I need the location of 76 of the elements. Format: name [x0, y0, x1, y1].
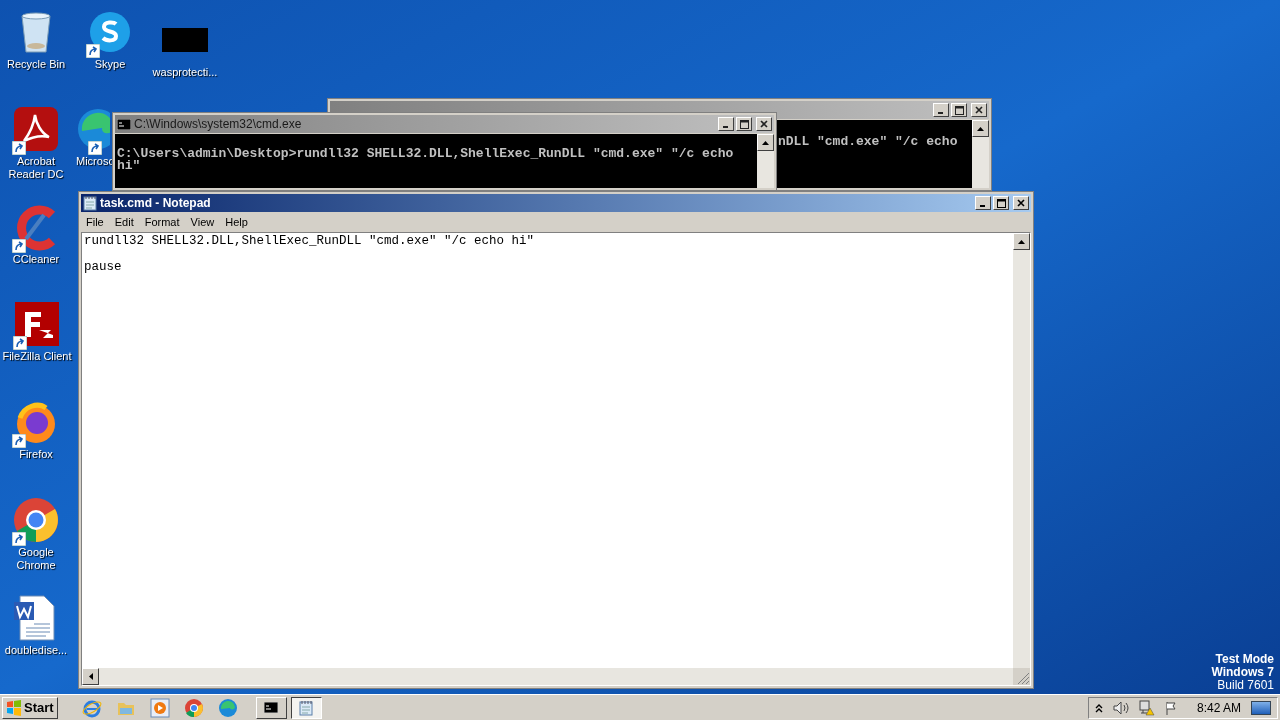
- icon-label: Google Chrome: [15, 546, 57, 572]
- close-icon: [1017, 199, 1025, 207]
- chevron-up-icon[interactable]: [1094, 702, 1103, 713]
- console-icon: [264, 702, 279, 713]
- acrobat-icon: [12, 105, 60, 153]
- console-line: nDLL "cmd.exe" "/c echo: [778, 136, 959, 148]
- icon-label: Firefox: [19, 448, 53, 461]
- menu-item[interactable]: Format: [140, 213, 184, 231]
- speaker-icon[interactable]: [1112, 700, 1129, 715]
- menu-item[interactable]: Edit: [110, 213, 138, 231]
- maximize-icon: [996, 198, 1006, 208]
- icon-label: FileZilla Client: [2, 350, 72, 363]
- icon-label: doubledise...: [4, 644, 68, 657]
- icon-label: CCleaner: [12, 253, 60, 266]
- maximize-button[interactable]: [993, 196, 1009, 210]
- minimize-button[interactable]: [975, 196, 991, 210]
- maximize-button[interactable]: [951, 103, 967, 117]
- close-button[interactable]: [971, 103, 987, 117]
- maximize-button[interactable]: [736, 117, 752, 131]
- close-icon: [975, 106, 983, 114]
- desktop-shortcut[interactable]: Firefox: [0, 398, 72, 461]
- vertical-scrollbar[interactable]: [972, 120, 989, 188]
- vertical-scrollbar[interactable]: [1013, 233, 1030, 668]
- desktop-shortcut[interactable]: FileZilla Client: [0, 300, 74, 363]
- close-icon: [760, 120, 768, 128]
- desktop-shortcut[interactable]: CCleaner: [0, 203, 72, 266]
- scroll-left-icon: [88, 673, 93, 680]
- notepad-icon: [83, 195, 97, 211]
- chrome-icon[interactable]: [183, 697, 204, 718]
- console-line: C:\Users\admin\Desktop>rundll32 SHELL32.DLL,ShellExec_RunDLL "cmd.exe" "/c echo: [117, 148, 735, 160]
- start-button[interactable]: Start: [2, 696, 58, 719]
- file-icon: [162, 28, 208, 52]
- chrome-icon: [12, 496, 60, 544]
- menu-item[interactable]: File: [82, 213, 108, 231]
- desktop-shortcut[interactable]: Skype: [74, 8, 146, 71]
- taskbar-button[interactable]: [290, 696, 322, 719]
- maximize-icon: [739, 119, 749, 129]
- windows-logo-icon: [6, 699, 22, 716]
- desktop-shortcut[interactable]: doubledise...: [0, 594, 72, 657]
- minimize-button[interactable]: [718, 117, 734, 131]
- desktop-shortcut[interactable]: wasprotecti...: [148, 16, 222, 79]
- minimize-button[interactable]: [933, 103, 949, 117]
- show-desktop-button[interactable]: [1251, 700, 1271, 715]
- window-title: task.cmd - Notepad: [100, 195, 212, 212]
- maximize-icon: [954, 105, 964, 115]
- network-warning-icon[interactable]: [1138, 699, 1155, 716]
- scroll-up-icon: [1018, 239, 1025, 244]
- close-button[interactable]: [1013, 196, 1029, 210]
- icon-label: Recycle Bin: [6, 58, 66, 71]
- notepad-icon: [299, 699, 314, 716]
- menu-item[interactable]: View: [186, 213, 219, 231]
- desktop-shortcut[interactable]: Recycle Bin: [0, 8, 72, 71]
- scroll-up-icon: [762, 140, 769, 145]
- clock[interactable]: 8:42 AM: [1196, 698, 1241, 717]
- menu-item[interactable]: Help: [221, 213, 252, 231]
- size-grip-icon[interactable]: [1013, 668, 1030, 685]
- vertical-scrollbar[interactable]: [757, 134, 774, 188]
- filezilla-icon: [13, 300, 61, 348]
- window-title: C:\Windows\system32\cmd.exe: [134, 116, 303, 133]
- desktop-shortcut[interactable]: Google Chrome: [0, 496, 72, 572]
- icon-label: wasprotecti...: [152, 66, 218, 79]
- flag-icon[interactable]: [1164, 700, 1179, 715]
- media-player-icon[interactable]: [149, 697, 170, 718]
- console-icon: [117, 118, 131, 130]
- icon-label: Skype: [94, 58, 126, 71]
- scroll-up-icon: [977, 126, 984, 131]
- close-button[interactable]: [756, 117, 772, 131]
- watermark-text: Build 7601: [1217, 679, 1274, 692]
- watermark-text: Windows 7: [1211, 666, 1274, 679]
- console-line: hi": [117, 160, 141, 172]
- text-line: rundll32 SHELL32.DLL,ShellExec_RunDLL "cmd.exe" "/c echo hi": [84, 235, 536, 248]
- text-line: pause: [84, 261, 123, 274]
- horizontal-scrollbar[interactable]: [82, 668, 1013, 685]
- icon-label: Acrobat Reader DC: [7, 155, 65, 181]
- desktop-shortcut[interactable]: Acrobat Reader DC: [0, 105, 72, 181]
- watermark-text: Test Mode: [1215, 653, 1274, 666]
